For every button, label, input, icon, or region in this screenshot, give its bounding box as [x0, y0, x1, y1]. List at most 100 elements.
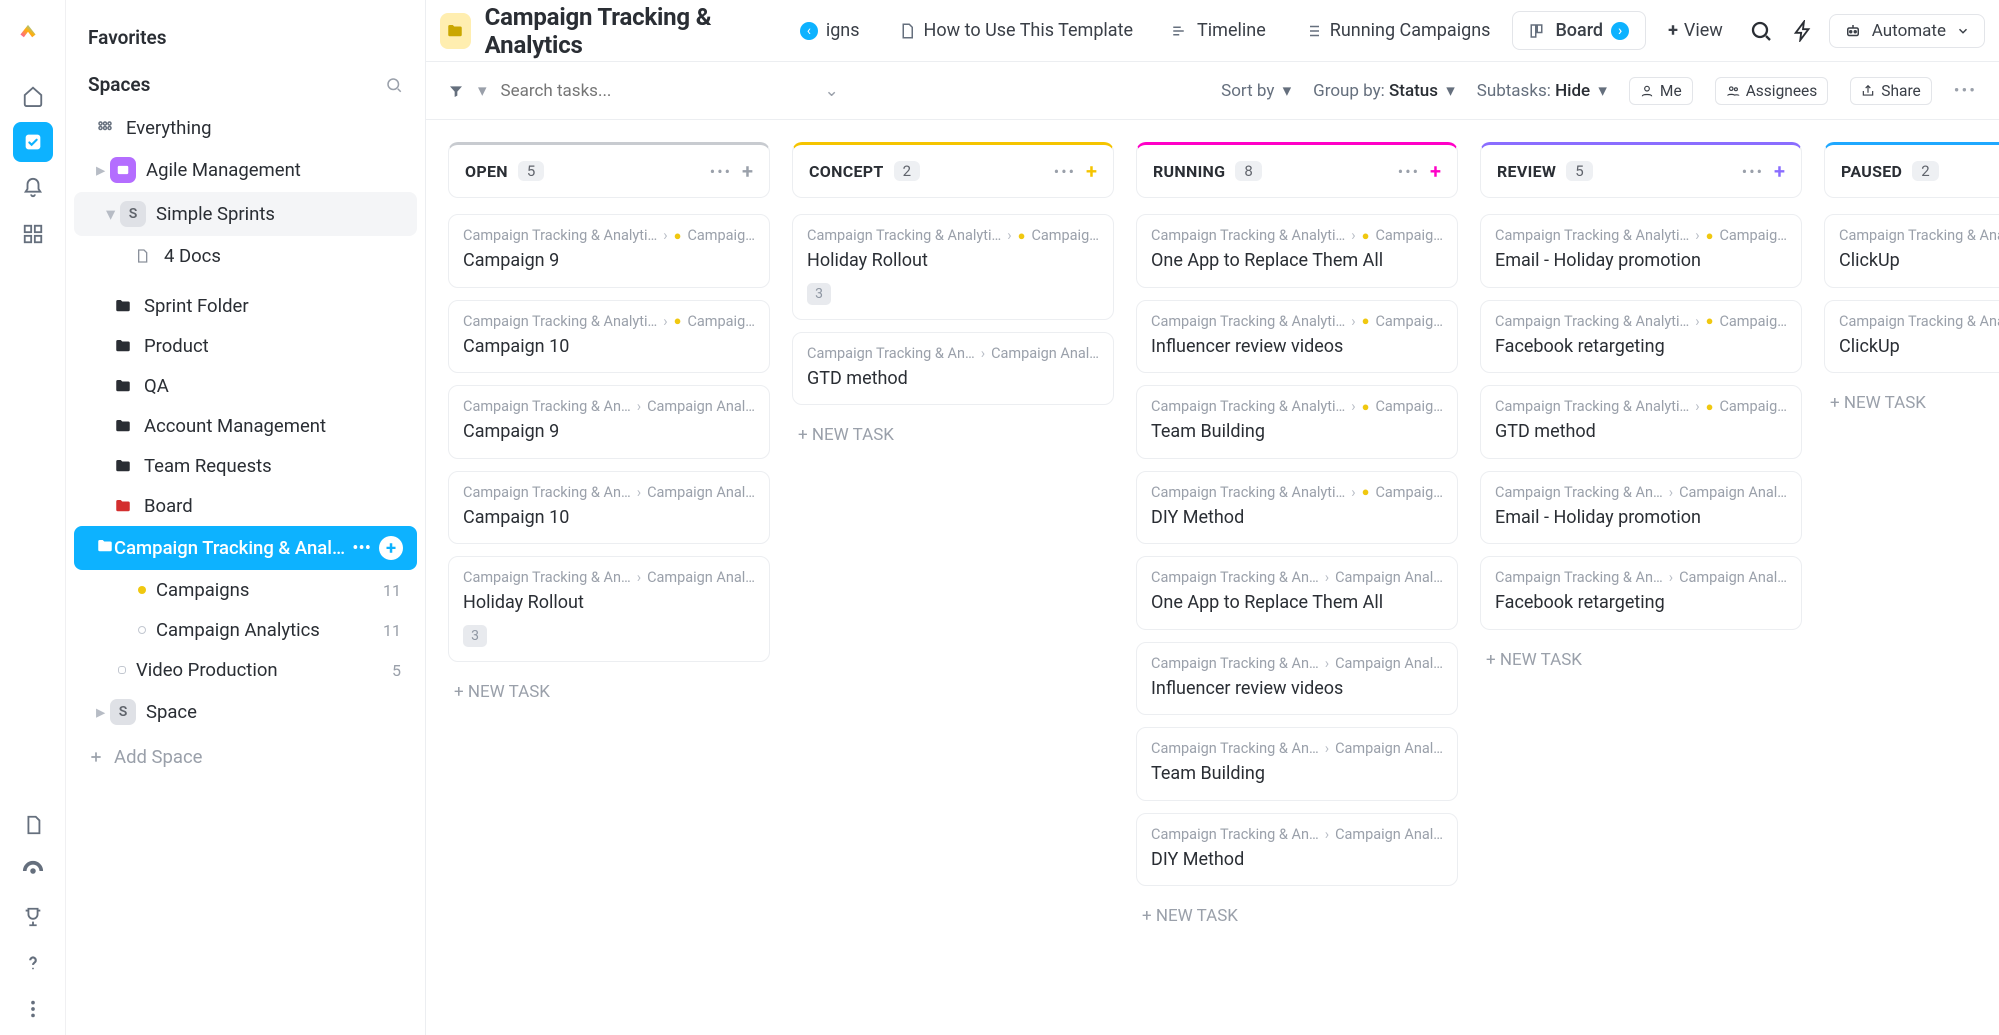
task-card[interactable]: Campaign Tracking & An…›Campaign Anal…DI… — [1136, 813, 1458, 887]
bolt-icon[interactable] — [1787, 15, 1819, 47]
search-input[interactable] — [501, 81, 721, 101]
tab-timeline[interactable]: Timeline — [1155, 12, 1282, 49]
task-card[interactable]: Campaign Tracking & Analyti…›●Campaig…Ca… — [448, 300, 770, 374]
task-card[interactable]: Campaign Tracking & An…›Campaign Anal…Te… — [1136, 727, 1458, 801]
rail-home-icon[interactable] — [13, 76, 53, 116]
sidebar-item-campaign-analytics[interactable]: Campaign Analytics 11 — [74, 610, 417, 650]
chevron-down-icon[interactable]: ⌄ — [825, 81, 839, 101]
task-card[interactable]: Campaign Tracking & An…›Campaign Anal…Ca… — [448, 385, 770, 459]
folder-icon — [114, 497, 132, 515]
search-icon[interactable] — [385, 76, 403, 94]
add-view-button[interactable]: + View — [1652, 12, 1739, 49]
add-space-button[interactable]: Add Space — [66, 734, 425, 780]
task-card[interactable]: Campaign Tracking & Analyti…›●Campaig…GT… — [1480, 385, 1802, 459]
search-icon[interactable] — [1745, 15, 1777, 47]
status-dot-icon — [118, 666, 126, 674]
rail-tasks-icon[interactable] — [13, 122, 53, 162]
page-title: Campaign Tracking & Analytics — [485, 3, 766, 59]
automate-button[interactable]: Automate — [1829, 14, 1985, 48]
tab-running-campaigns[interactable]: Running Campaigns — [1288, 12, 1507, 49]
sidebar-item-video-production[interactable]: Video Production 5 — [74, 650, 417, 690]
task-card[interactable]: Campaign Tracking & Analyti…›●Campaig…Fa… — [1480, 300, 1802, 374]
rail-apps-icon[interactable] — [13, 214, 53, 254]
task-card[interactable]: Campaign Tracking & Analyti…›●Campaig…DI… — [1136, 471, 1458, 545]
task-card[interactable]: Campaign Tracking & An…›Campaign Anal…On… — [1136, 556, 1458, 630]
card-breadcrumb: Campaign Tracking & An…›Campaign Anal… — [463, 569, 755, 586]
tab-board[interactable]: Board › — [1512, 11, 1646, 50]
column-header[interactable]: OPEN 5 ••• + — [448, 142, 770, 198]
new-task-button[interactable]: + NEW TASK — [448, 674, 770, 710]
subtasks-button[interactable]: Subtasks: Hide ▾ — [1477, 81, 1607, 101]
task-card[interactable]: Campaign Tracking & An…›Campaign Anal…Ho… — [448, 556, 770, 662]
add-task-icon[interactable]: + — [1774, 159, 1785, 183]
card-title: ClickUp — [1839, 250, 1999, 273]
sidebar-item-simple-sprints[interactable]: ▾ S Simple Sprints — [74, 192, 417, 236]
sidebar-item-sprint-folder[interactable]: Sprint Folder — [74, 286, 417, 326]
add-task-icon[interactable]: + — [1430, 159, 1441, 183]
tab-igns[interactable]: ‹ igns — [784, 12, 876, 49]
task-card[interactable]: Campaign Tracking & Analyti…›●Campaig…Ca… — [448, 214, 770, 288]
more-icon[interactable]: ••• — [1398, 162, 1420, 181]
add-task-icon[interactable]: + — [742, 159, 753, 183]
task-card[interactable]: Campaign Tracking & Analyti…›●Campaig…In… — [1136, 300, 1458, 374]
task-card[interactable]: Campaign Tracking & An…›Campaign Anal…Em… — [1480, 471, 1802, 545]
rail-docs-icon[interactable] — [13, 805, 53, 845]
group-by-button[interactable]: Group by: Status ▾ — [1313, 81, 1455, 101]
column-header[interactable]: PAUSED 2 ••• + — [1824, 142, 1999, 198]
task-card[interactable]: Campaign Tracking & An…›Campaign Anal…Ca… — [448, 471, 770, 545]
rail-more-icon[interactable] — [13, 989, 53, 1029]
sidebar-item-agile[interactable]: ▸ Agile Management — [74, 148, 417, 192]
card-breadcrumb: Campaign Tracking & An…›Campaign Anal… — [463, 398, 755, 415]
sidebar-item-board[interactable]: Board — [74, 486, 417, 526]
task-card[interactable]: Campaign Tracking & An…›Campaign Anal…GT… — [792, 332, 1114, 406]
column-header[interactable]: REVIEW 5 ••• + — [1480, 142, 1802, 198]
sidebar-item-qa[interactable]: QA — [74, 366, 417, 406]
sidebar-item-space[interactable]: ▸ S Space — [74, 690, 417, 734]
assignees-button[interactable]: Assignees — [1715, 77, 1829, 105]
more-icon[interactable]: ••• — [710, 162, 732, 181]
task-card[interactable]: Campaign Tracking & Analyti…›●Campaig…On… — [1136, 214, 1458, 288]
task-card[interactable]: Campaign Tracking & An…›Campaign Anal…Fa… — [1480, 556, 1802, 630]
new-task-button[interactable]: + NEW TASK — [792, 417, 1114, 453]
task-card[interactable]: Campaign Tracking & Analyti…›●Campaig…Te… — [1136, 385, 1458, 459]
me-filter-button[interactable]: Me — [1629, 77, 1693, 105]
sidebar-spaces-header[interactable]: Spaces — [66, 61, 425, 108]
add-icon[interactable]: + — [379, 536, 403, 560]
card-breadcrumb: Campaign Tracking & An…›Campaign Anal… — [1151, 740, 1443, 757]
column-header[interactable]: RUNNING 8 ••• + — [1136, 142, 1458, 198]
more-icon[interactable]: ••• — [352, 537, 371, 559]
more-icon[interactable]: ••• — [1954, 81, 1977, 101]
more-icon[interactable]: ••• — [1742, 162, 1764, 181]
share-button[interactable]: Share — [1850, 77, 1932, 105]
board-area[interactable]: OPEN 5 ••• + Campaign Tracking & Analyti… — [426, 120, 1999, 1035]
rail-notifications-icon[interactable] — [13, 168, 53, 208]
rail-help-icon[interactable] — [13, 943, 53, 983]
sidebar-item-everything[interactable]: Everything — [74, 108, 417, 148]
column-header[interactable]: CONCEPT 2 ••• + — [792, 142, 1114, 198]
clickup-logo[interactable] — [17, 20, 49, 52]
add-task-icon[interactable]: + — [1086, 159, 1097, 183]
new-task-button[interactable]: + NEW TASK — [1480, 642, 1802, 678]
rail-goals-icon[interactable] — [13, 897, 53, 937]
rail-pulse-icon[interactable] — [13, 851, 53, 891]
new-task-button[interactable]: + NEW TASK — [1824, 385, 1999, 421]
sidebar-item-account-management[interactable]: Account Management — [74, 406, 417, 446]
sidebar-item-campaign-tracking[interactable]: Campaign Tracking & Analy… ••• + — [74, 526, 417, 570]
new-task-button[interactable]: + NEW TASK — [1136, 898, 1458, 934]
sort-by-button[interactable]: Sort by ▾ — [1221, 81, 1291, 101]
grid-icon — [96, 119, 114, 137]
filter-icon[interactable] — [448, 83, 464, 99]
tab-howto[interactable]: How to Use This Template — [882, 12, 1150, 49]
task-card[interactable]: Campaign Tracking & An…›Campaign Anal…In… — [1136, 642, 1458, 716]
sidebar-favorites-header[interactable]: Favorites — [66, 18, 425, 61]
task-card[interactable]: Campaign Tracking & AnaClickUp — [1824, 300, 1999, 374]
sidebar-item-docs[interactable]: 4 Docs — [74, 236, 417, 276]
task-card[interactable]: Campaign Tracking & Analyti…›●Campaig…Em… — [1480, 214, 1802, 288]
more-icon[interactable]: ••• — [1054, 162, 1076, 181]
sidebar-item-team-requests[interactable]: Team Requests — [74, 446, 417, 486]
filter-chevron-icon[interactable]: ▾ — [478, 81, 487, 101]
task-card[interactable]: Campaign Tracking & AnaClickUp — [1824, 214, 1999, 288]
sidebar-item-product[interactable]: Product — [74, 326, 417, 366]
task-card[interactable]: Campaign Tracking & Analyti…›●Campaig…Ho… — [792, 214, 1114, 320]
sidebar-item-campaigns[interactable]: Campaigns 11 — [74, 570, 417, 610]
